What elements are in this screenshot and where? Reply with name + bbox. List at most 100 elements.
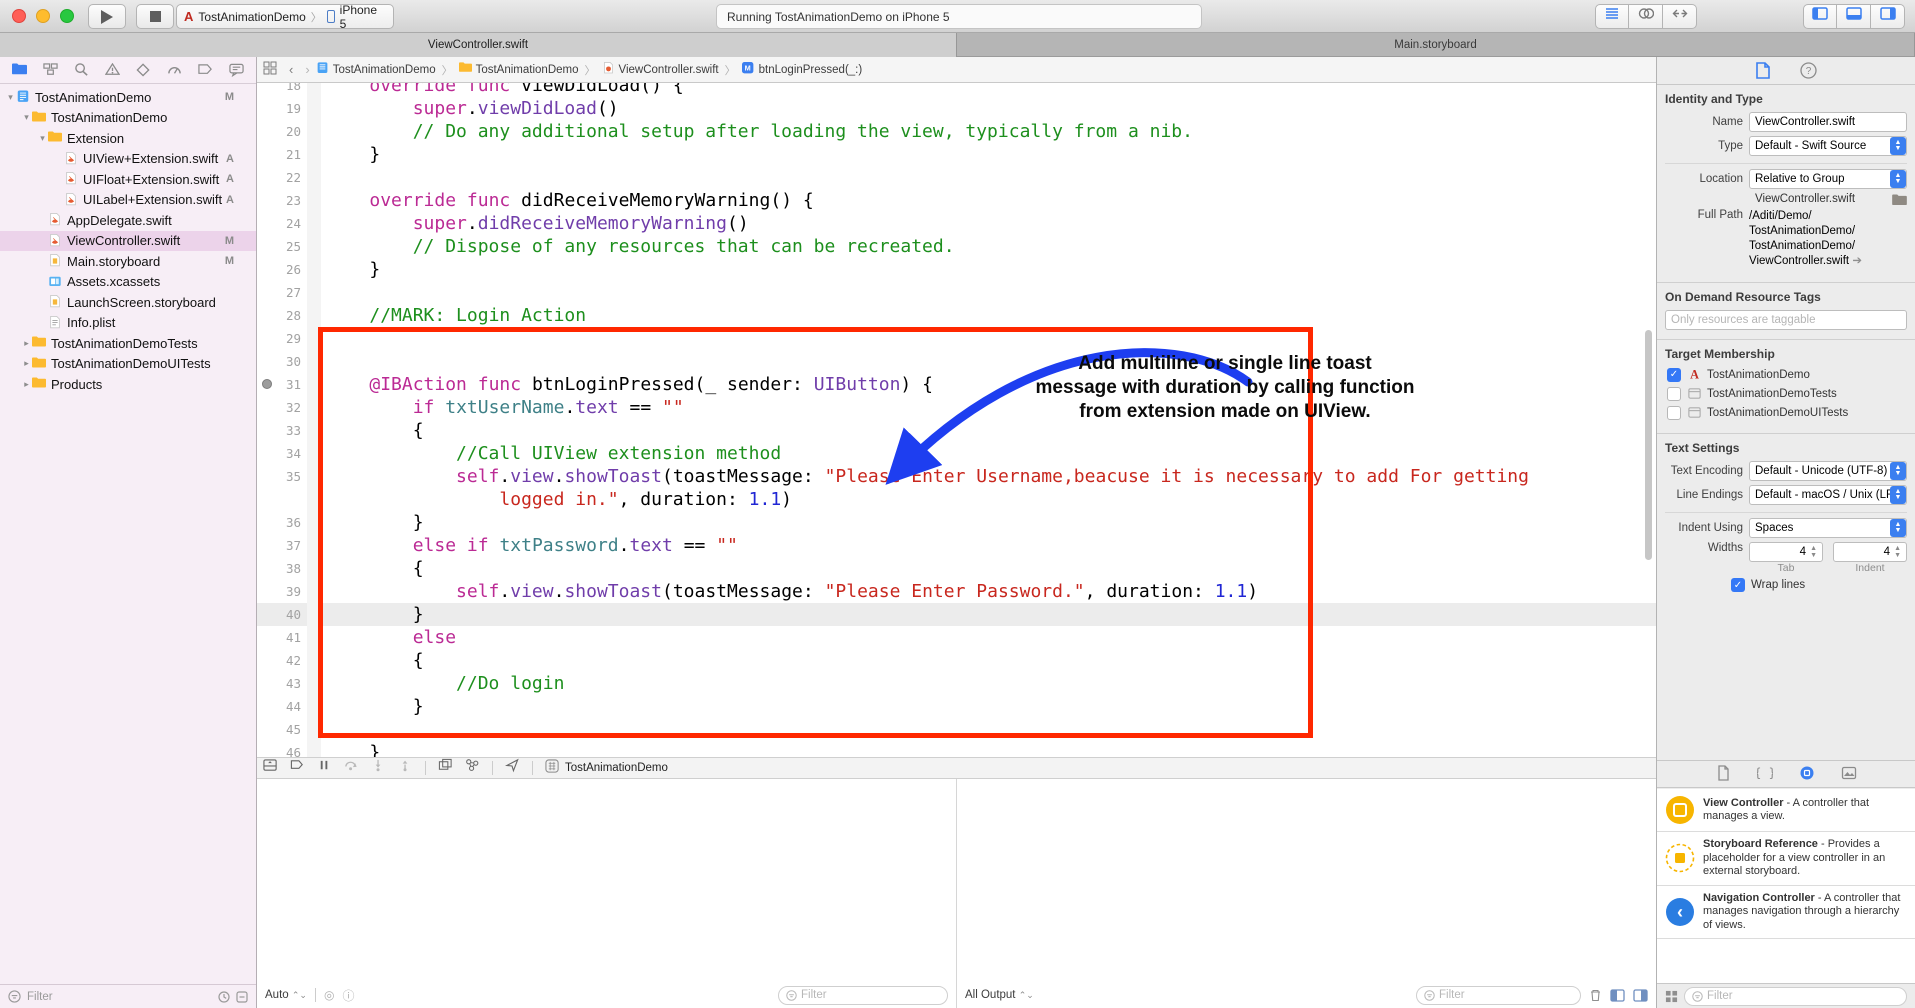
show-console-pane-icon[interactable] [1633,989,1648,1002]
line-number-gutter[interactable]: 31 [257,373,307,396]
variables-scope-popup[interactable]: Auto ⌃⌄ [265,989,307,1001]
step-out-button[interactable] [398,758,413,778]
code-line-39[interactable]: 39 self.view.showToast(toastMessage: "Pl… [257,580,1656,603]
code-snippet-library-icon[interactable]: { } [1757,765,1773,784]
step-over-button[interactable] [344,758,359,778]
code-line-35[interactable]: 35 self.view.showToast(toastMessage: "Pl… [257,465,1656,488]
simulate-location-button[interactable] [505,758,520,778]
code-line-44[interactable]: 44 } [257,695,1656,718]
code-line-36[interactable]: 36 } [257,511,1656,534]
code-line-32[interactable]: 32 if txtUserName.text == "" [257,396,1656,419]
line-number-gutter[interactable]: 42 [257,649,307,672]
code-line-41[interactable]: 41 else [257,626,1656,649]
variables-filter-field[interactable]: Filter [778,986,948,1005]
code-line-29[interactable]: 29 [257,327,1656,350]
location-dropdown[interactable]: Relative to Group▲▼ [1749,169,1907,189]
tab-main-storyboard[interactable]: Main.storyboard [957,33,1915,57]
file-template-library-icon[interactable] [1715,765,1731,784]
line-number-gutter[interactable]: 26 [257,258,307,281]
memory-graph-button[interactable] [465,758,480,778]
related-items-icon[interactable] [263,61,277,78]
source-editor[interactable]: 18 override func viewDidLoad() {19 super… [257,83,1656,757]
line-number-gutter[interactable]: 25 [257,235,307,258]
quick-help-inspector-icon[interactable]: ? [1800,62,1817,79]
code-line-34[interactable]: 34 //Call UIView extension method [257,442,1656,465]
line-number-gutter[interactable]: 44 [257,695,307,718]
line-number-gutter[interactable]: 39 [257,580,307,603]
hide-debug-area-button[interactable] [263,758,278,778]
line-number-gutter[interactable] [257,488,307,511]
show-variables-pane-icon[interactable] [1610,989,1625,1002]
code-line-33[interactable]: 33 { [257,419,1656,442]
tree-item-launchscreen-storyboard[interactable]: LaunchScreen.storyboard [0,292,256,313]
code-line-28[interactable]: 28 //MARK: Login Action [257,304,1656,327]
line-number-gutter[interactable]: 36 [257,511,307,534]
close-window-button[interactable] [12,9,26,23]
tree-item-tostanimationdemotests[interactable]: ▸TostAnimationDemoTests [0,333,256,354]
breadcrumb-item[interactable]: TostAnimationDemo [459,62,579,78]
scheme-selector[interactable]: A TostAnimationDemo 〉 iPhone 5 [176,4,394,29]
code-line-18[interactable]: 18 override func viewDidLoad() { [257,83,1656,97]
code-line-27[interactable]: 27 [257,281,1656,304]
disclosure-triangle-icon[interactable]: ▾ [21,112,32,123]
code-line-31[interactable]: 31 @IBAction func btnLoginPressed(_ send… [257,373,1656,396]
line-number-gutter[interactable]: 20 [257,120,307,143]
name-field[interactable]: ViewController.swift [1749,112,1907,132]
line-number-gutter[interactable]: 21 [257,143,307,166]
stop-button[interactable] [136,4,174,29]
target-checkbox[interactable]: ✓ [1667,368,1681,382]
issue-navigator-icon[interactable] [105,63,120,78]
console-scope-popup[interactable]: All Output ⌃⌄ [965,989,1034,1001]
test-navigator-icon[interactable] [136,63,151,78]
reveal-arrow-icon[interactable]: ➔ [1852,255,1862,267]
project-navigator-icon[interactable] [12,63,27,78]
line-number-gutter[interactable]: 45 [257,718,307,741]
line-number-gutter[interactable]: 40 [257,603,307,626]
tree-item-appdelegate-swift[interactable]: AppDelegate.swift [0,210,256,231]
view-hierarchy-button[interactable] [438,758,453,778]
object-library-icon[interactable] [1799,765,1815,784]
code-line-wrap[interactable]: logged in.", duration: 1.1) [257,488,1656,511]
standard-editor-button[interactable] [1595,4,1629,29]
debug-panel-toggle-button[interactable] [1837,4,1871,29]
type-dropdown[interactable]: Default - Swift Source▲▼ [1749,136,1907,156]
tree-item-uiview-extension-swift[interactable]: UIView+Extension.swiftA [0,149,256,170]
code-line-22[interactable]: 22 [257,166,1656,189]
tree-item-main-storyboard[interactable]: Main.storyboardM [0,251,256,272]
library-item-storyboard-reference[interactable]: Storyboard Reference - Provides a placeh… [1657,832,1915,886]
code-line-21[interactable]: 21 } [257,143,1656,166]
run-button[interactable] [88,4,126,29]
line-number-gutter[interactable]: 18 [257,83,307,97]
library-item-navigation-controller[interactable]: ‹Navigation Controller - A controller th… [1657,886,1915,940]
code-line-42[interactable]: 42 { [257,649,1656,672]
info-icon[interactable]: ⓘ [342,987,354,1004]
tab-viewcontroller-swift[interactable]: ViewController.swift [0,33,957,57]
zoom-window-button[interactable] [60,9,74,23]
grid-view-icon[interactable] [1665,990,1678,1003]
code-line-26[interactable]: 26 } [257,258,1656,281]
resource-tags-field[interactable]: Only resources are taggable [1665,310,1907,330]
indent-using-dropdown[interactable]: Spaces▲▼ [1749,518,1907,538]
library-filter-field[interactable]: Filter [1684,987,1907,1006]
line-number-gutter[interactable]: 28 [257,304,307,327]
pause-button[interactable] [317,758,332,778]
disclosure-triangle-icon[interactable]: ▸ [21,338,32,349]
tree-item-tostanimationdemo[interactable]: ▾TostAnimationDemoM [0,87,256,108]
code-line-40[interactable]: 40 } [257,603,1656,626]
navigator-filter-input[interactable]: Filter [27,991,212,1003]
code-line-37[interactable]: 37 else if txtPassword.text == "" [257,534,1656,557]
code-line-20[interactable]: 20 // Do any additional setup after load… [257,120,1656,143]
line-number-gutter[interactable]: 30 [257,350,307,373]
console-filter-field[interactable]: Filter [1416,986,1581,1005]
line-number-gutter[interactable]: 34 [257,442,307,465]
text-encoding-dropdown[interactable]: Default - Unicode (UTF-8)▲▼ [1749,461,1907,481]
tree-item-viewcontroller-swift[interactable]: ViewController.swiftM [0,231,256,252]
target-checkbox[interactable] [1667,406,1681,420]
deactivate-breakpoints-button[interactable] [290,758,305,778]
source-control-status-icon[interactable] [236,991,248,1003]
code-line-23[interactable]: 23 override func didReceiveMemoryWarning… [257,189,1656,212]
recent-files-icon[interactable] [218,991,230,1003]
breadcrumb-item[interactable]: TostAnimationDemo [316,62,436,78]
wrap-lines-checkbox[interactable]: ✓ [1731,578,1745,592]
disclosure-triangle-icon[interactable]: ▸ [21,379,32,390]
